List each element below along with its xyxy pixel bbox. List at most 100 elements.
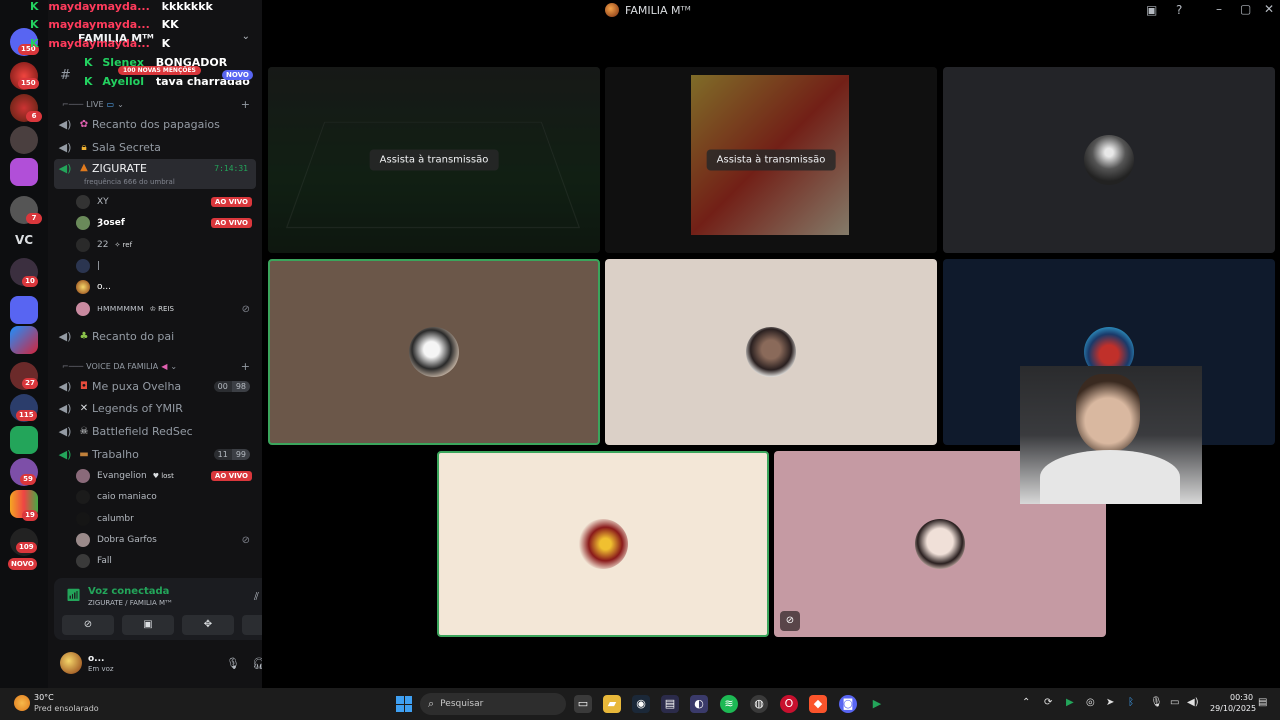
stream-tile[interactable]: Assista à transmissão (268, 67, 600, 253)
participant-tile[interactable] (605, 259, 937, 445)
voice-user[interactable]: 22 ✧ ref (76, 235, 254, 255)
channel-zigurate[interactable]: ◀) ▲ ZIGURATE frequência 666 do umbral 7… (54, 159, 256, 189)
channel-trabalho[interactable]: ◀) ▬ Trabalho 11 99 (54, 443, 256, 465)
overlay-message: K maydaymayda... K (30, 37, 170, 50)
spotify-icon[interactable]: ≋ (720, 695, 738, 713)
taskbar-search[interactable]: ⌕ Pesquisar (420, 693, 566, 715)
chevron-down-icon[interactable]: ⌄ (242, 31, 250, 42)
show-hidden-icons[interactable]: ⌃ (1022, 697, 1030, 708)
avatar[interactable] (60, 652, 82, 674)
voice-user[interactable]: Evangelion ♥ lost AO VIVO (76, 466, 254, 486)
notifications-icon[interactable]: ▤ (1258, 697, 1267, 708)
start-tile (396, 704, 404, 712)
bluetooth-icon[interactable]: ᛒ (1128, 697, 1134, 708)
category-live[interactable]: ⌐─── LIVE ▭ ⌄ (62, 100, 124, 109)
user-name: Ȝosef (97, 218, 125, 228)
microphone-tray-icon[interactable]: 🎙︎ (1150, 697, 1163, 708)
voice-user[interactable]: caio maniaco (76, 487, 254, 507)
channel-sala-secreta[interactable]: ◀) 🔒︎ Sala Secreta (54, 136, 256, 158)
avatar (76, 195, 90, 209)
volume-icon[interactable]: ◀) (1187, 697, 1199, 708)
server-icon[interactable] (10, 426, 38, 454)
clock-date[interactable]: 29/10/2025 (1210, 704, 1256, 713)
channel-legends[interactable]: ◀) ✕ Legends of YMIR (54, 397, 256, 419)
voice-user[interactable]: o... (76, 277, 254, 297)
participant-tile-speaking[interactable] (437, 451, 769, 637)
network-icon[interactable]: ▭ (1170, 697, 1179, 708)
server-folder-icon[interactable] (10, 296, 38, 324)
avatar (76, 490, 90, 504)
steam-icon[interactable]: ◉ (632, 695, 650, 713)
user-name: ʜᴍᴍᴍᴍᴍᴍ (97, 304, 144, 314)
participant-tile-speaking[interactable] (268, 259, 600, 445)
weather-temperature[interactable]: 30°C (34, 693, 54, 702)
discord-icon[interactable]: ◙ (839, 695, 857, 713)
server-icon[interactable] (10, 326, 38, 354)
add-channel-icon[interactable]: + (241, 360, 250, 373)
voice-user[interactable]: ʜᴍᴍᴍᴍᴍᴍ ♔ REIS ⊘ (76, 299, 254, 319)
add-channel-icon[interactable]: + (241, 98, 250, 111)
signal-icon[interactable]: 📶︎ (66, 588, 81, 602)
voice-user[interactable]: | (76, 256, 254, 276)
help-icon[interactable]: ? (1176, 3, 1182, 17)
channel-recanto-pai[interactable]: ◀) ♣ Recanto do pai (54, 325, 256, 347)
close-button[interactable]: ✕ (1264, 2, 1274, 16)
server-icon[interactable] (10, 126, 38, 154)
user-name: Evangelion (97, 471, 147, 481)
voice-user[interactable]: Dobra Garfos ⊘ (76, 530, 254, 550)
watch-stream-button[interactable]: Assista à transmissão (706, 149, 836, 171)
voice-user[interactable]: Ȝosef AO VIVO (76, 213, 254, 233)
start-button[interactable] (396, 696, 412, 712)
channel-recanto[interactable]: ◀) ✿ Recanto dos papagaios (54, 113, 256, 135)
kick-icon: K (30, 18, 39, 31)
server-vc-label[interactable]: VC (10, 233, 38, 247)
app-icon[interactable]: ◐ (690, 695, 708, 713)
voice-connected-panel: 📶︎ Voz conectada ZIGURATE / FAMILIA Mᵀᴹ … (54, 578, 262, 640)
voice-user[interactable]: XY AO VIVO (76, 192, 254, 212)
voice-connected-channel[interactable]: ZIGURATE / FAMILIA Mᵀᴹ (88, 599, 172, 607)
live-badge: AO VIVO (210, 197, 252, 207)
channel-label: ZIGURATE (92, 162, 147, 175)
app-icon[interactable]: ▶ (868, 695, 886, 713)
user-name[interactable]: o... (88, 654, 104, 664)
headphones-icon[interactable]: 🎧︎ (252, 657, 262, 670)
watch-stream-button[interactable]: Assista à transmissão (369, 149, 499, 171)
play-icon[interactable]: ▶ (1066, 697, 1074, 708)
minimize-button[interactable]: – (1216, 2, 1222, 16)
camera-button[interactable]: ⊘ (62, 615, 114, 635)
app-icon[interactable]: ◍ (750, 695, 768, 713)
activities-button[interactable]: ✥ (182, 615, 234, 635)
clock-time[interactable]: 00:30 (1230, 693, 1253, 702)
maximize-button[interactable]: ▢ (1240, 2, 1251, 16)
app-tray-icon[interactable]: ◎ (1086, 697, 1095, 708)
app-icon[interactable]: ▤ (661, 695, 679, 713)
kick-icon: K (84, 56, 93, 69)
voice-user[interactable]: Fall (76, 551, 254, 571)
brave-icon[interactable]: ◆ (809, 695, 827, 713)
new-badge: NOVO (222, 70, 253, 80)
screen-share-button[interactable]: ▣ (122, 615, 174, 635)
opera-icon[interactable]: O (780, 695, 798, 713)
new-mentions-pill[interactable]: 100 NOVAS MENÇÕES (118, 66, 201, 75)
task-view-icon[interactable]: ▭ (574, 695, 592, 713)
weather-description[interactable]: Pred ensolarado (34, 704, 99, 713)
sync-icon[interactable]: ⟳ (1044, 697, 1052, 708)
category-voice[interactable]: ⌐─── VOICE DA FAMILIA ◀ ⌄ (62, 362, 177, 371)
arrow-icon[interactable]: ➤ (1106, 697, 1114, 708)
server-icon[interactable] (10, 158, 38, 186)
rail-badge: 6 (26, 111, 42, 122)
channel-battlefield[interactable]: ◀) ☠ Battlefield RedSec (54, 420, 256, 442)
file-explorer-icon[interactable]: ▰ (603, 695, 621, 713)
start-tile (396, 696, 404, 704)
channel-me-puxa[interactable]: ◀) ◘ Me puxa Ovelha 00 98 (54, 375, 256, 397)
noise-suppression-icon[interactable]: ⫽ (254, 590, 259, 604)
avatar (76, 554, 90, 568)
microphone-icon[interactable]: 🎙︎ (226, 657, 240, 670)
voice-user[interactable]: calumbr (76, 509, 254, 529)
weather-sun-icon[interactable] (14, 695, 30, 711)
inbox-icon[interactable]: ▣ (1146, 3, 1157, 17)
rail-badge: 150 (18, 78, 39, 89)
soundboard-button[interactable]: ♫ (242, 615, 262, 635)
participant-tile[interactable] (943, 67, 1275, 253)
stream-tile[interactable]: Assista à transmissão (605, 67, 937, 253)
